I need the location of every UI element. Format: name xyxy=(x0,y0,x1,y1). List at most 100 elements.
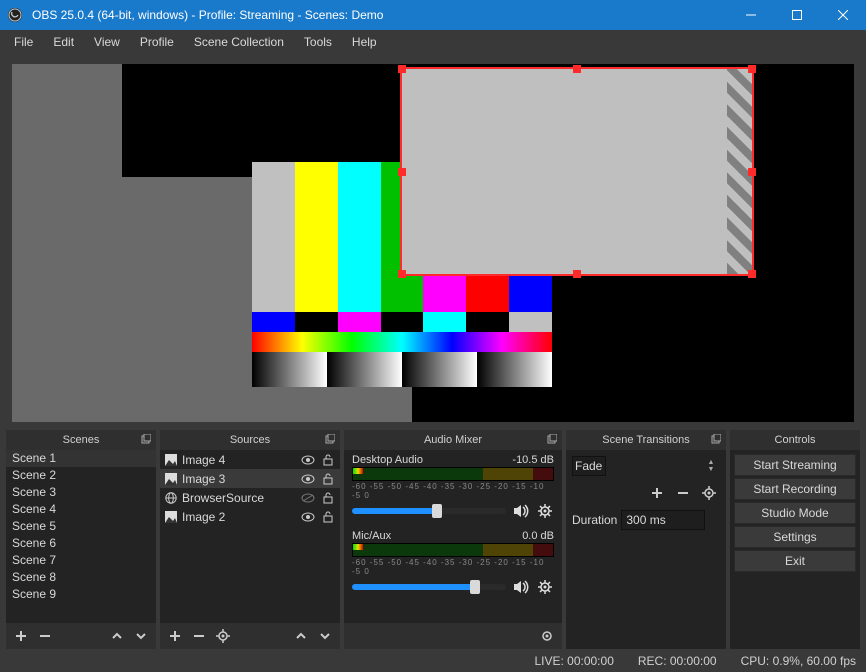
window-minimize-button[interactable] xyxy=(728,0,774,30)
window-title: OBS 25.0.4 (64-bit, windows) - Profile: … xyxy=(30,8,728,22)
status-bar: LIVE: 00:00:00 REC: 00:00:00 CPU: 0.9%, … xyxy=(0,649,866,672)
popout-icon[interactable] xyxy=(139,432,153,446)
remove-scene-button[interactable] xyxy=(34,625,56,647)
volume-slider[interactable] xyxy=(352,508,506,514)
resize-handle[interactable] xyxy=(398,270,406,278)
visibility-toggle[interactable] xyxy=(300,493,316,503)
mixer-panel-title: Audio Mixer xyxy=(424,434,482,446)
source-move-up-button[interactable] xyxy=(290,625,312,647)
lock-toggle[interactable] xyxy=(320,511,336,523)
menu-tools[interactable]: Tools xyxy=(294,32,342,52)
popout-icon[interactable] xyxy=(323,432,337,446)
window-close-button[interactable] xyxy=(820,0,866,30)
source-item[interactable]: Image 2 xyxy=(160,507,340,526)
add-source-button[interactable] xyxy=(164,625,186,647)
start-streaming-button[interactable]: Start Streaming xyxy=(734,454,856,476)
audio-scale: -60 -55 -50 -45 -40 -35 -30 -25 -20 -15 … xyxy=(352,558,554,576)
resize-handle[interactable] xyxy=(573,270,581,278)
scenes-panel-header: Scenes xyxy=(6,430,156,450)
mixer-channel: Desktop Audio -10.5 dB -60 -55 -50 -45 -… xyxy=(352,454,554,520)
lock-toggle[interactable] xyxy=(320,454,336,466)
window-maximize-button[interactable] xyxy=(774,0,820,30)
source-item[interactable]: BrowserSource xyxy=(160,488,340,507)
window-titlebar: OBS 25.0.4 (64-bit, windows) - Profile: … xyxy=(0,0,866,30)
menu-help[interactable]: Help xyxy=(342,32,387,52)
transitions-panel-title: Scene Transitions xyxy=(602,434,689,446)
mixer-channel-db: -10.5 dB xyxy=(512,454,554,466)
resize-handle[interactable] xyxy=(398,65,406,73)
transition-settings-button[interactable] xyxy=(698,482,720,504)
scene-item[interactable]: Scene 8 xyxy=(6,569,156,586)
mixer-channel-name: Mic/Aux xyxy=(352,530,391,542)
popout-icon[interactable] xyxy=(709,432,723,446)
scene-item[interactable]: Scene 6 xyxy=(6,535,156,552)
image-icon xyxy=(164,472,178,486)
source-move-down-button[interactable] xyxy=(314,625,336,647)
scene-item[interactable]: Scene 4 xyxy=(6,501,156,518)
scene-move-down-button[interactable] xyxy=(130,625,152,647)
sources-panel-header: Sources xyxy=(160,430,340,450)
sources-panel: Sources Image 4 Image 3 xyxy=(160,430,340,649)
speaker-icon[interactable] xyxy=(512,502,530,520)
source-label: Image 4 xyxy=(182,453,296,467)
image-icon xyxy=(164,510,178,524)
add-transition-button[interactable] xyxy=(646,482,668,504)
app-logo xyxy=(0,0,30,30)
settings-button[interactable]: Settings xyxy=(734,526,856,548)
transition-select[interactable]: Fade xyxy=(572,456,606,476)
mixer-settings-button[interactable] xyxy=(536,625,558,647)
menu-file[interactable]: File xyxy=(4,32,43,52)
audio-meter xyxy=(352,543,554,557)
audio-meter xyxy=(352,467,554,481)
browser-icon xyxy=(164,491,178,505)
resize-handle[interactable] xyxy=(398,168,406,176)
scene-item[interactable]: Scene 1 xyxy=(6,450,156,467)
preview-area xyxy=(0,54,866,424)
controls-panel: Controls Start Streaming Start Recording… xyxy=(730,430,860,649)
sources-panel-title: Sources xyxy=(230,434,270,446)
duration-input[interactable] xyxy=(621,510,705,530)
source-item[interactable]: Image 3 xyxy=(160,469,340,488)
gear-icon[interactable] xyxy=(536,578,554,596)
duration-label: Duration xyxy=(572,513,617,527)
scene-move-up-button[interactable] xyxy=(106,625,128,647)
remove-source-button[interactable] xyxy=(188,625,210,647)
mixer-channel-name: Desktop Audio xyxy=(352,454,423,466)
source-properties-button[interactable] xyxy=(212,625,234,647)
menu-bar: File Edit View Profile Scene Collection … xyxy=(0,30,866,54)
speaker-icon[interactable] xyxy=(512,578,530,596)
controls-panel-title: Controls xyxy=(775,434,816,446)
source-label: BrowserSource xyxy=(182,491,296,505)
preview-canvas[interactable] xyxy=(12,64,854,422)
scene-item[interactable]: Scene 3 xyxy=(6,484,156,501)
resize-handle[interactable] xyxy=(573,65,581,73)
exit-button[interactable]: Exit xyxy=(734,550,856,572)
popout-icon[interactable] xyxy=(545,432,559,446)
preview-source-image3-selected[interactable] xyxy=(402,69,752,274)
scene-item[interactable]: Scene 9 xyxy=(6,586,156,603)
lock-toggle[interactable] xyxy=(320,473,336,485)
lock-toggle[interactable] xyxy=(320,492,336,504)
menu-view[interactable]: View xyxy=(84,32,130,52)
scene-item[interactable]: Scene 7 xyxy=(6,552,156,569)
resize-handle[interactable] xyxy=(748,270,756,278)
menu-profile[interactable]: Profile xyxy=(130,32,184,52)
visibility-toggle[interactable] xyxy=(300,455,316,465)
volume-slider[interactable] xyxy=(352,584,506,590)
source-item[interactable]: Image 4 xyxy=(160,450,340,469)
resize-handle[interactable] xyxy=(748,65,756,73)
menu-edit[interactable]: Edit xyxy=(43,32,84,52)
visibility-toggle[interactable] xyxy=(300,512,316,522)
start-recording-button[interactable]: Start Recording xyxy=(734,478,856,500)
visibility-toggle[interactable] xyxy=(300,474,316,484)
mixer-channel-db: 0.0 dB xyxy=(522,530,554,542)
scene-item[interactable]: Scene 2 xyxy=(6,467,156,484)
remove-transition-button[interactable] xyxy=(672,482,694,504)
studio-mode-button[interactable]: Studio Mode xyxy=(734,502,856,524)
add-scene-button[interactable] xyxy=(10,625,32,647)
gear-icon[interactable] xyxy=(536,502,554,520)
scene-item[interactable]: Scene 5 xyxy=(6,518,156,535)
resize-handle[interactable] xyxy=(748,168,756,176)
menu-scene-collection[interactable]: Scene Collection xyxy=(184,32,294,52)
transitions-panel-header: Scene Transitions xyxy=(566,430,726,450)
